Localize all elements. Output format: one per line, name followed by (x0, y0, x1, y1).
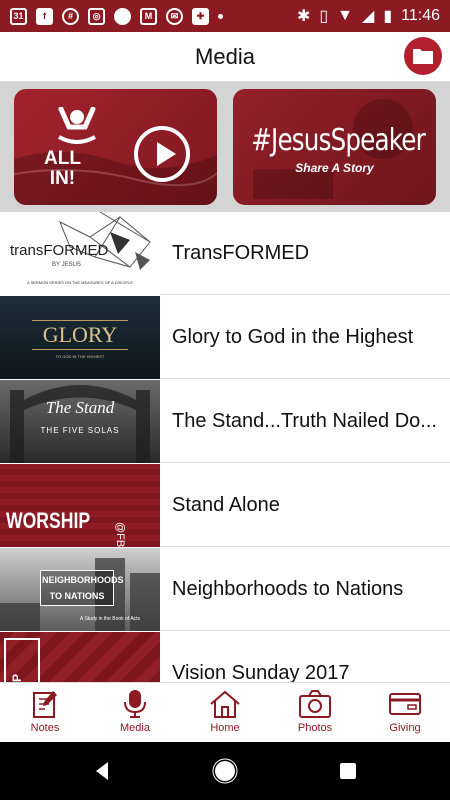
nav-giving[interactable]: Giving (360, 683, 450, 742)
microphone-icon (124, 690, 146, 718)
nav-media[interactable]: Media (90, 683, 180, 742)
thumb-title: NEIGHBORHOODS TO NATIONS (42, 574, 124, 601)
status-bar: 31 f # ◎ M ✉ ✚ ✱ ▯ ▼ ◢ ▮ 11:46 (0, 0, 450, 32)
folder-icon (413, 49, 433, 64)
signal-icon: ◢ (362, 8, 375, 25)
thumb-subtitle: A Study in the Book of Acts (80, 615, 141, 622)
nav-label: Photos (297, 722, 333, 734)
thumb-title: WORSHIP (6, 507, 91, 533)
app-bar: Media (0, 32, 450, 82)
home-icon (210, 690, 240, 718)
media-list: transFORMED BY JESUS A SERMON SERIES ON … (0, 212, 450, 682)
mail-icon: ✉ (166, 7, 183, 25)
media-title: Neighborhoods to Nations (172, 577, 404, 600)
nav-home[interactable]: Home (180, 683, 270, 742)
thumb-title: transFORMED (10, 241, 109, 259)
bluetooth-icon: ✱ (296, 8, 311, 25)
folder-button[interactable] (404, 37, 442, 75)
media-title: Stand Alone (172, 493, 280, 516)
nav-label: Giving (389, 722, 421, 734)
jesus-speaker-hashtag: #JesusSpeaker (251, 123, 425, 158)
camera-icon (299, 690, 331, 718)
thumbnail-the-stand: The Stand THE FIVE SOLAS (0, 379, 160, 463)
media-title: TransFORMED (172, 241, 310, 264)
nav-notes[interactable]: Notes (0, 683, 90, 742)
more-notifications-icon (218, 13, 223, 19)
thumb-subtitle: BY JESUS (52, 261, 81, 268)
slack-icon: # (62, 7, 79, 25)
cathedral-graphic (10, 384, 150, 463)
system-navigation-bar (0, 742, 450, 800)
thumbnail-transformed: transFORMED BY JESUS A SERMON SERIES ON … (0, 212, 160, 295)
nav-label: Home (210, 722, 240, 734)
thumb-subtitle: @FBK (114, 521, 126, 547)
credit-card-icon (389, 693, 421, 715)
media-title: Vision Sunday 2017 (172, 661, 350, 683)
clock-time: 11:46 (401, 7, 440, 24)
gmail-icon: M (140, 7, 157, 25)
list-item[interactable]: GLORY TO GOD IN THE HIGHEST Glory to God… (0, 295, 450, 379)
list-item[interactable]: WORSHIP @FBK Stand Alone (0, 463, 450, 547)
list-item[interactable]: SHIP Vision Sunday 2017 (0, 631, 450, 683)
notes-icon (33, 691, 57, 718)
all-in-text: ALL IN! (44, 148, 81, 189)
thumb-caption: A SERMON SERIES ON THE MEASURES OF A DIS… (27, 279, 133, 285)
texture-background (0, 463, 160, 547)
instagram-icon: ◎ (88, 7, 105, 25)
page-title: Media (195, 43, 255, 69)
calendar-icon: 31 (10, 7, 27, 25)
thumbnail-vision-sunday: SHIP (0, 631, 160, 682)
play-icon[interactable] (134, 126, 190, 182)
media-title: Glory to God in the Highest (172, 325, 414, 348)
thumb-subtitle: TO GOD IN THE HIGHEST (55, 353, 105, 359)
media-title: The Stand...Truth Nailed Do... (172, 409, 437, 432)
thumbnail-glory: GLORY TO GOD IN THE HIGHEST (0, 295, 160, 379)
recents-icon[interactable] (338, 761, 358, 781)
app-icon: ✚ (192, 7, 209, 25)
back-icon[interactable] (92, 760, 112, 782)
featured-banners: ALL IN! #JesusSpeaker Share A Story (0, 82, 450, 212)
nav-photos[interactable]: Photos (270, 683, 360, 742)
home-circle-icon[interactable] (212, 758, 238, 784)
thumb-title: GLORY (42, 321, 118, 347)
thumbnail-worship: WORSHIP @FBK (0, 463, 160, 547)
list-item[interactable]: transFORMED BY JESUS A SERMON SERIES ON … (0, 212, 450, 295)
share-story-text: Share A Story (295, 161, 374, 175)
nav-label: Notes (30, 722, 60, 734)
list-item[interactable]: The Stand THE FIVE SOLAS The Stand...Tru… (0, 379, 450, 463)
jesus-speaker-banner[interactable]: #JesusSpeaker Share A Story (233, 89, 436, 205)
bottom-navigation: Notes Media Home Photos Giving (0, 682, 450, 742)
circle-icon (114, 7, 131, 25)
nav-label: Media (120, 722, 150, 734)
wifi-icon: ▼ (337, 7, 354, 24)
vibrate-icon: ▯ (319, 8, 329, 25)
list-item[interactable]: NEIGHBORHOODS TO NATIONS A Study in the … (0, 547, 450, 631)
all-in-banner[interactable]: ALL IN! (14, 89, 217, 205)
thumb-title: The Stand (45, 397, 115, 417)
thumb-title: SHIP (10, 673, 24, 682)
thumbnail-neighborhoods: NEIGHBORHOODS TO NATIONS A Study in the … (0, 547, 160, 631)
person-raised-arms-icon (58, 107, 96, 144)
battery-icon: ▮ (383, 8, 393, 25)
thumb-subtitle: THE FIVE SOLAS (40, 425, 120, 435)
facebook-icon: f (36, 7, 53, 25)
